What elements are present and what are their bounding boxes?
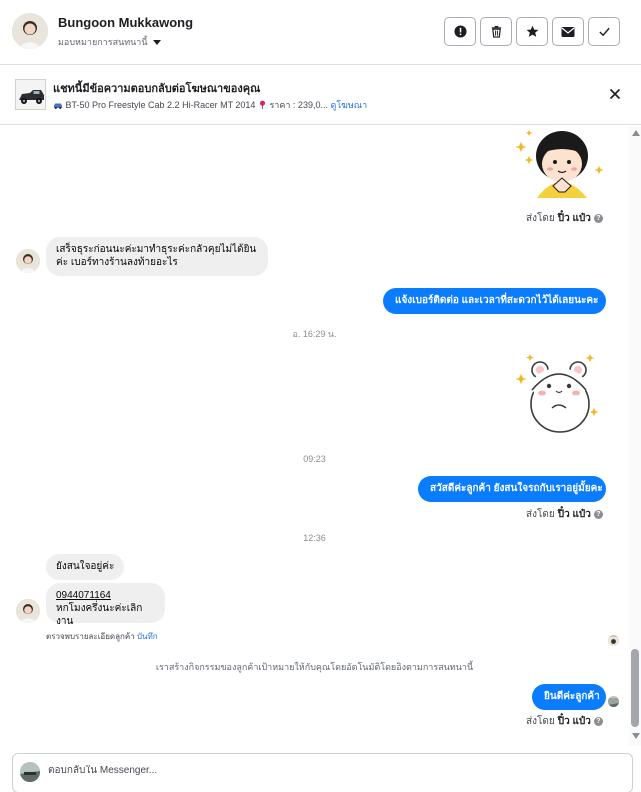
sticker-girl	[515, 130, 604, 198]
outgoing-message[interactable]: แจ้งเบอร์ติดต่อ และเวลาที่สะดวกไว้ได้เลย…	[383, 288, 606, 314]
help-icon[interactable]: ?	[593, 510, 603, 519]
ad-reply-banner: แชทนี้มีข้อความตอบกลับต่อโฆษณาของคุณ BT-…	[0, 65, 641, 125]
save-details-link[interactable]: บันทึก	[137, 632, 158, 641]
incoming-message[interactable]: ยังสนใจอยู่ค่ะ	[46, 554, 125, 580]
details-note-text: ตรวจพบรายละเอียดลูกค้า	[46, 632, 135, 641]
envelope-icon	[561, 26, 575, 37]
sent-by-prefix: ส่งโดย	[526, 509, 555, 520]
timestamp: อ. 16:29 น.	[292, 329, 337, 339]
chat-scrollbar[interactable]	[629, 126, 641, 746]
ad-details: BT-50 Pro Freestyle Cab 2.2 Hi-Racer MT …	[53, 98, 367, 112]
ad-price: ราคา : 239,0...	[269, 100, 328, 110]
seen-avatar	[608, 696, 619, 707]
contact-avatar-small	[16, 599, 40, 623]
chevron-down-icon	[152, 39, 161, 45]
contact-name[interactable]: Bungoon Mukkawong	[58, 15, 193, 30]
timestamp: 12:36	[303, 533, 326, 543]
assign-conversation-dropdown[interactable]: มอบหมายการสนทนานี้	[58, 35, 161, 49]
sender-name: ปิ๋ว แป๋ว	[557, 213, 591, 224]
assign-label: มอบหมายการสนทนานี้	[58, 37, 148, 47]
message-thread[interactable]: ส่งโดย ปิ๋ว แป๋ว ? เสร็จธุระก่อนนะค่ะมาท…	[0, 126, 629, 746]
close-icon	[609, 88, 621, 100]
contact-avatar-small	[16, 249, 40, 273]
alert-icon	[453, 25, 467, 38]
reply-input[interactable]	[48, 765, 448, 776]
ad-thumbnail[interactable]	[15, 79, 46, 110]
sent-by-label: ส่งโดย ปิ๋ว แป๋ว ?	[526, 211, 603, 226]
mark-unread-button[interactable]	[552, 17, 584, 46]
sender-name: ปิ๋ว แป๋ว	[557, 509, 591, 520]
view-ad-link[interactable]: ดูโฆษณา	[330, 100, 367, 110]
message-text: หกโมงครึ่งนะค่ะเลิกงาน	[56, 603, 143, 627]
phone-number-link[interactable]: 0944071164	[56, 589, 155, 602]
scroll-up-arrow-icon[interactable]	[632, 130, 640, 136]
timestamp: 09:23	[303, 454, 326, 464]
star-icon	[526, 25, 538, 37]
ad-banner-title: แชทนี้มีข้อความตอบกลับต่อโฆษณาของคุณ	[53, 83, 261, 95]
seen-avatar	[608, 635, 619, 646]
sent-by-label: ส่งโดย ปิ๋ว แป๋ว ?	[526, 507, 603, 522]
customer-details-note: ตรวจพบรายละเอียดลูกค้า บันทึก	[46, 630, 158, 643]
composer-area	[0, 746, 641, 792]
help-icon[interactable]: ?	[593, 214, 603, 223]
star-button[interactable]	[516, 17, 548, 46]
outgoing-message[interactable]: ยินดีค่ะลูกค้า	[532, 684, 606, 710]
incoming-message[interactable]: เสร็จธุระก่อนนะค่ะมาทำธุระค่ะกลัวคุยไม่ไ…	[46, 237, 268, 276]
mark-done-button[interactable]	[588, 17, 620, 46]
mark-spam-button[interactable]	[444, 17, 476, 46]
outgoing-message[interactable]: สวัสดีค่ะลูกค้า ยังสนใจรถกับเราอยู่มั้ยค…	[418, 476, 606, 502]
sent-by-prefix: ส่งโดย	[526, 716, 555, 727]
scrollbar-thumb[interactable]	[631, 649, 639, 727]
pin-icon	[259, 100, 266, 109]
system-activity-note: เราสร้างกิจกรรมของลูกค้าเป้าหมายให้กับคุ…	[155, 662, 474, 672]
contact-avatar[interactable]	[12, 13, 48, 49]
checkmark-icon	[598, 27, 610, 37]
scroll-down-arrow-icon[interactable]	[632, 733, 640, 739]
delete-button[interactable]	[480, 17, 512, 46]
incoming-message[interactable]: 0944071164 หกโมงครึ่งนะค่ะเลิกงาน	[46, 583, 165, 627]
car-icon	[54, 103, 62, 109]
close-banner-button[interactable]	[609, 87, 621, 105]
sent-by-label: ส่งโดย ปิ๋ว แป๋ว ?	[526, 714, 603, 729]
sender-name: ปิ๋ว แป๋ว	[557, 716, 591, 727]
trash-icon	[491, 25, 501, 38]
sent-by-prefix: ส่งโดย	[526, 213, 555, 224]
help-icon[interactable]: ?	[593, 717, 603, 726]
page-avatar	[20, 762, 40, 782]
conversation-header: Bungoon Mukkawong มอบหมายการสนทนานี้	[0, 0, 641, 65]
sticker-hamster	[516, 354, 599, 433]
reply-composer[interactable]	[12, 753, 633, 792]
ad-product-name: BT-50 Pro Freestyle Cab 2.2 Hi-Racer MT …	[65, 100, 256, 110]
